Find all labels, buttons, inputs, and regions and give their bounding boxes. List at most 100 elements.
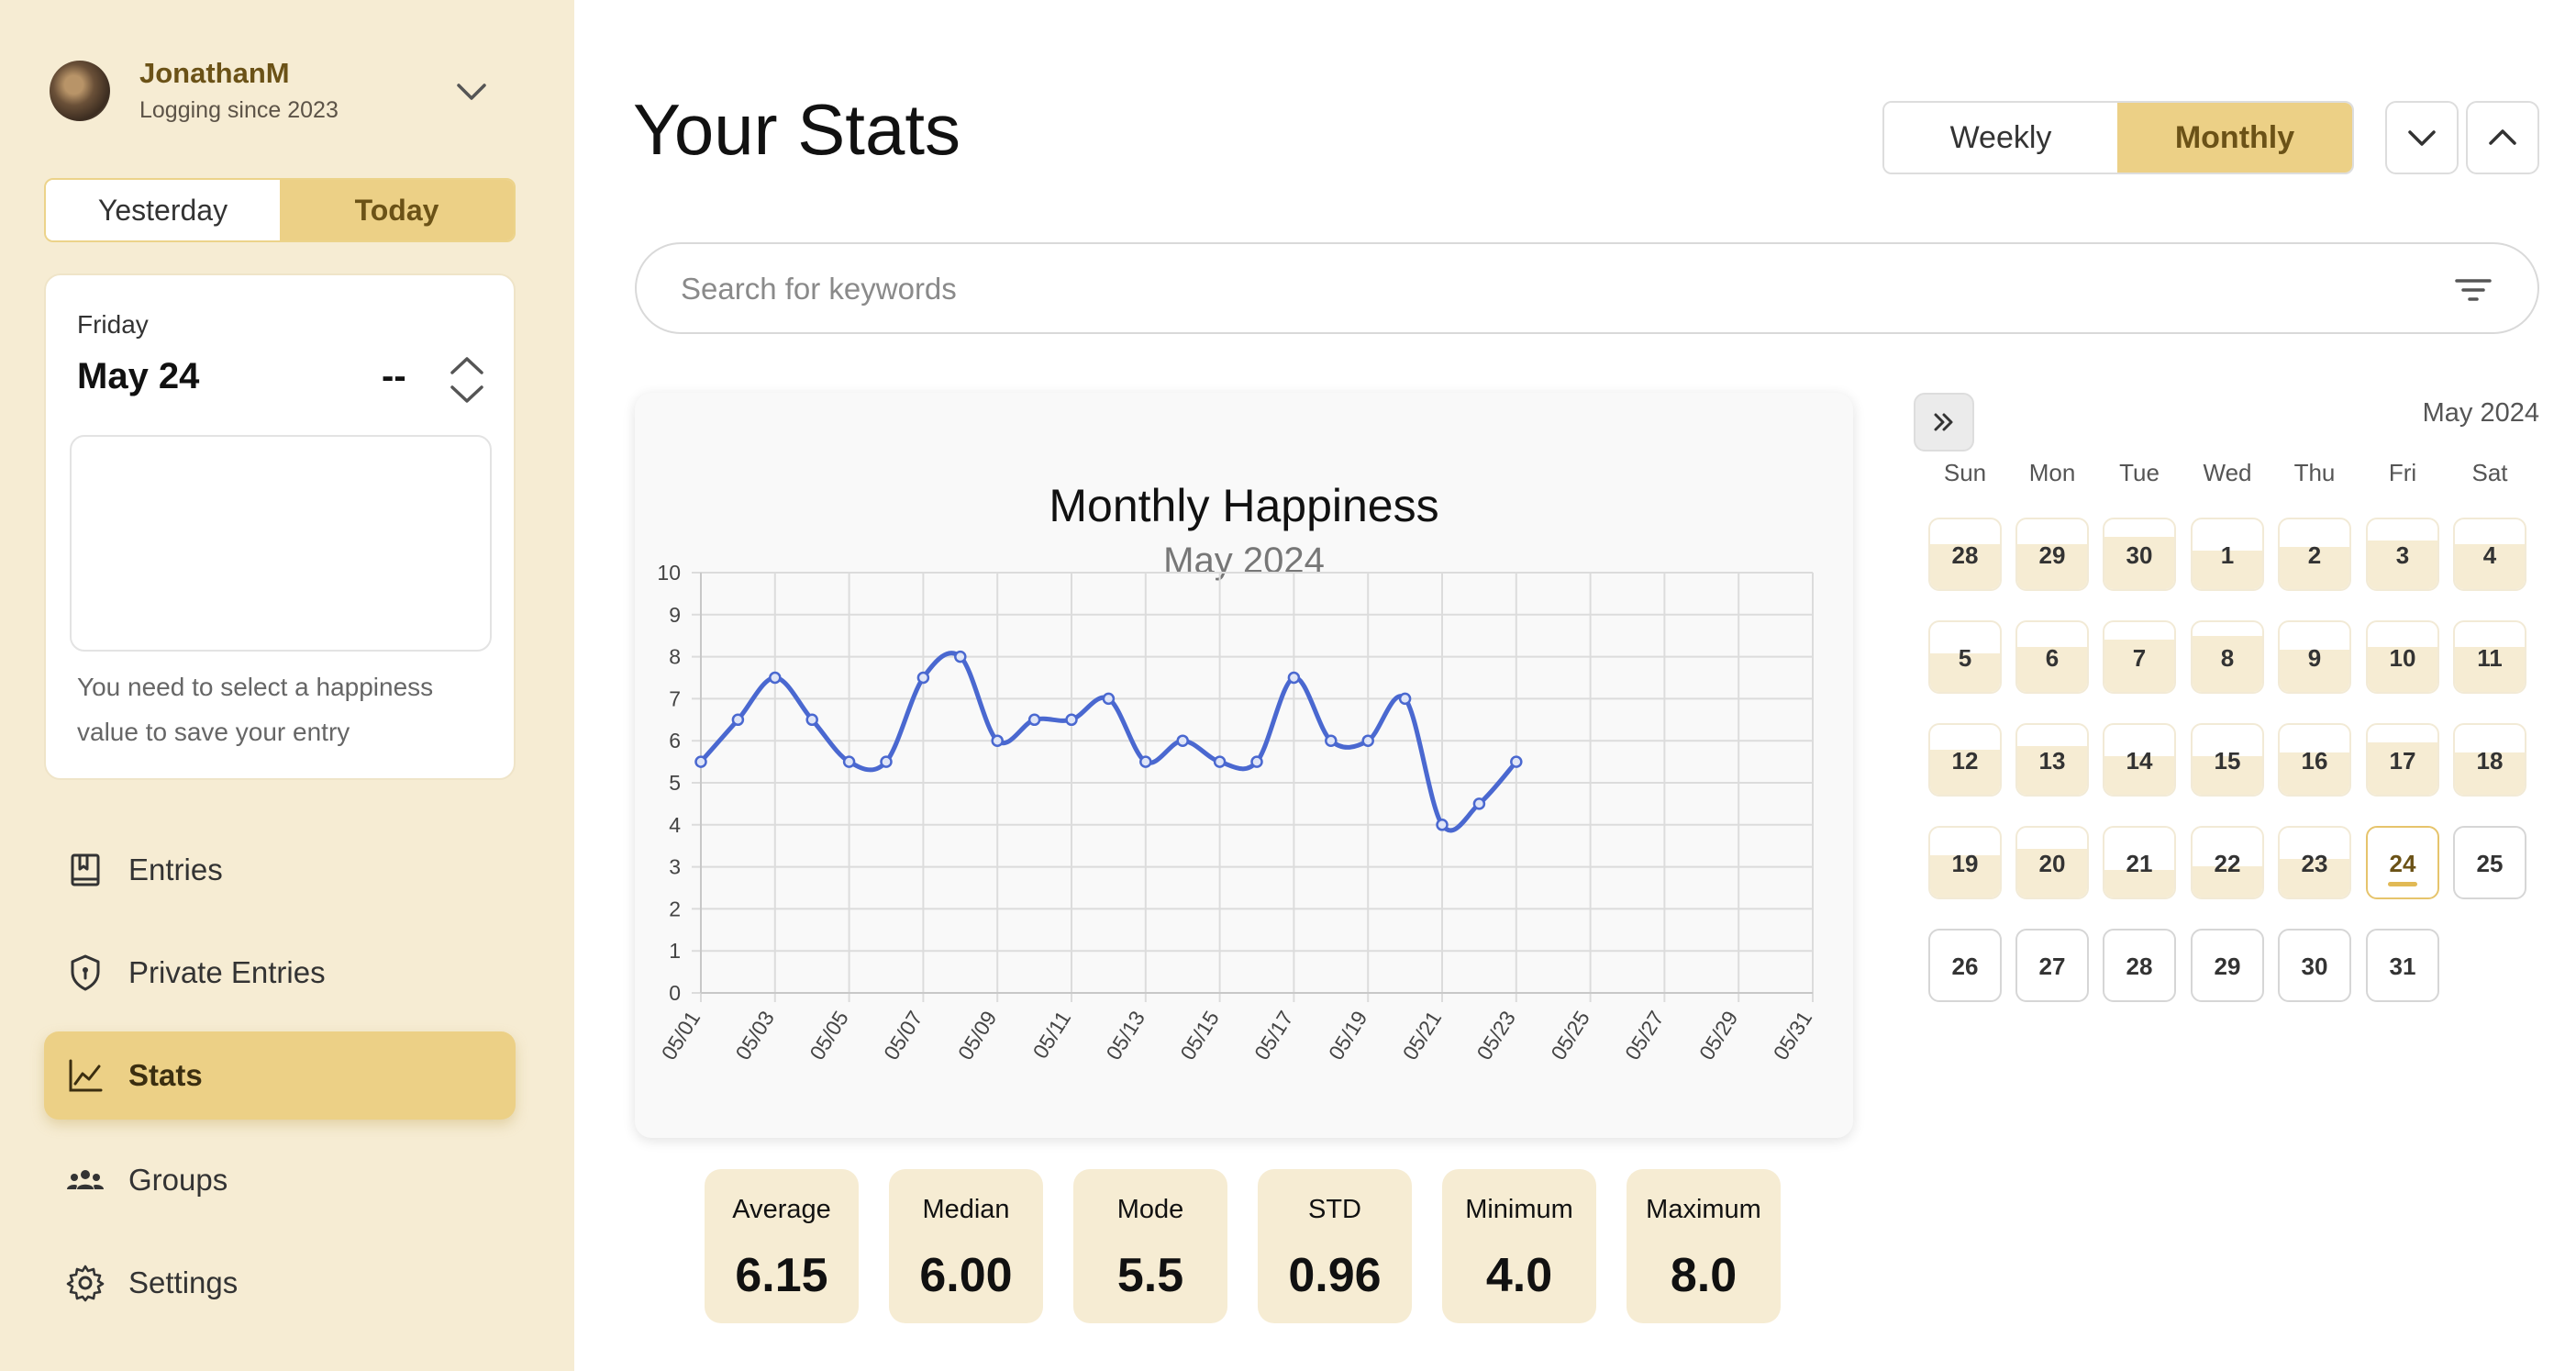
chevron-down-icon [2408,130,2436,146]
chevron-up-icon [450,357,483,374]
day-number: 28 [1951,541,1979,569]
data-point [731,713,745,727]
calendar-day[interactable]: 31 [2366,929,2439,1002]
y-tick-label: 10 [657,561,681,585]
data-point [1176,734,1189,747]
x-tick-label: 05/15 [1175,1007,1224,1064]
chart-subtitle: May 2024 [1163,541,1325,581]
weekday-label: Tue [2119,459,2160,486]
day-number: 29 [2214,953,2241,980]
calendar-day[interactable]: 8 [2191,620,2264,694]
next-period-button[interactable] [2385,101,2459,174]
calendar-day[interactable]: 14 [2103,723,2176,797]
calendar-day[interactable]: 20 [2015,826,2089,899]
nav-entries[interactable]: Entries [44,826,516,914]
page-title: Your Stats [633,89,961,170]
calendar-day[interactable]: 30 [2278,929,2351,1002]
day-number: 22 [2214,850,2241,877]
weekday-label: Thu [2293,459,2336,486]
calendar-day[interactable]: 7 [2103,620,2176,694]
user-menu[interactable]: JonathanM Logging since 2023 [50,57,508,128]
stat-value: 0.96 [1288,1249,1382,1302]
nav-groups[interactable]: Groups [44,1136,516,1224]
calendar-day[interactable]: 9 [2278,620,2351,694]
day-number: 4 [2482,541,2497,569]
calendar-day[interactable]: 11 [2453,620,2526,694]
stat-minimum: Minimum 4.0 [1442,1169,1596,1323]
calendar-day[interactable]: 30 [2103,518,2176,591]
x-tick-label: 05/07 [879,1007,927,1064]
yesterday-button[interactable]: Yesterday [46,180,280,240]
nav-settings[interactable]: Settings [44,1239,516,1327]
day-number: 17 [2389,747,2416,775]
stat-average: Average 6.15 [705,1169,859,1323]
calendar-day[interactable]: 6 [2015,620,2089,694]
weekday-label: Sun [1943,459,1987,486]
day-number: 5 [1958,644,1972,672]
stat-std: STD 0.96 [1258,1169,1412,1323]
day-number: 18 [2476,747,2504,775]
data-point [1472,797,1486,810]
nav-private-entries[interactable]: Private Entries [44,929,516,1017]
calendar-day[interactable]: 23 [2278,826,2351,899]
calendar-day[interactable]: 28 [1928,518,2002,591]
day-toggle: Yesterday Today [44,178,516,242]
monthly-button[interactable]: Monthly [2117,103,2352,173]
calendar-day[interactable]: 29 [2015,518,2089,591]
filter-icon[interactable] [2453,270,2493,310]
nav-label: Settings [128,1265,239,1299]
data-point [1139,755,1152,768]
calendar-day[interactable]: 24 [2366,826,2439,899]
double-chevron-right-icon [1934,413,1953,431]
today-button[interactable]: Today [280,180,514,240]
calendar-day[interactable]: 18 [2453,723,2526,797]
stat-label: Median [922,1195,1010,1224]
calendar-day[interactable]: 22 [2191,826,2264,899]
gear-icon [66,1265,105,1302]
happiness-stepper[interactable] [446,352,488,407]
calendar-day[interactable]: 27 [2015,929,2089,1002]
chart-title: Monthly Happiness [1049,480,1438,531]
stat-label: Mode [1116,1195,1184,1224]
day-number: 25 [2476,850,2504,877]
stat-label: Minimum [1465,1195,1573,1224]
previous-period-button[interactable] [2466,101,2539,174]
calendar-day[interactable]: 4 [2453,518,2526,591]
calendar-day[interactable]: 12 [1928,723,2002,797]
calendar-day[interactable]: 21 [2103,826,2176,899]
calendar-day[interactable]: 15 [2191,723,2264,797]
weekly-button[interactable]: Weekly [1884,103,2117,173]
data-point [1361,734,1374,747]
calendar-day[interactable]: 17 [2366,723,2439,797]
calendar-day[interactable]: 10 [2366,620,2439,694]
chevron-down-icon[interactable] [450,70,494,114]
calendar-day[interactable]: 25 [2453,826,2526,899]
calendar-day[interactable]: 13 [2015,723,2089,797]
calendar-day[interactable]: 2 [2278,518,2351,591]
day-number: 23 [2301,850,2328,877]
x-tick-label: 05/03 [730,1007,779,1064]
day-number: 9 [2307,644,2322,672]
calendar-day[interactable]: 28 [2103,929,2176,1002]
calendar-day[interactable]: 1 [2191,518,2264,591]
user-name: JonathanM [139,57,290,89]
data-point [805,713,818,727]
data-point [1510,755,1523,768]
stat-median: Median 6.00 [889,1169,1043,1323]
calendar-day[interactable]: 5 [1928,620,2002,694]
day-number: 28 [2126,953,2153,980]
calendar-day[interactable]: 29 [2191,929,2264,1002]
calendar-day[interactable]: 26 [1928,929,2002,1002]
stat-label: Average [732,1195,831,1224]
day-number: 26 [1951,953,1979,980]
nav-stats[interactable]: Stats [44,1031,516,1120]
y-tick-label: 4 [669,813,681,837]
y-tick-label: 2 [669,897,681,920]
calendar-day[interactable]: 16 [2278,723,2351,797]
calendar-day[interactable]: 19 [1928,826,2002,899]
calendar-day[interactable]: 3 [2366,518,2439,591]
today-indicator [2388,882,2417,886]
expand-calendar-button[interactable] [1914,393,1974,451]
search-input[interactable] [681,262,2405,316]
entry-textarea[interactable] [70,435,492,652]
